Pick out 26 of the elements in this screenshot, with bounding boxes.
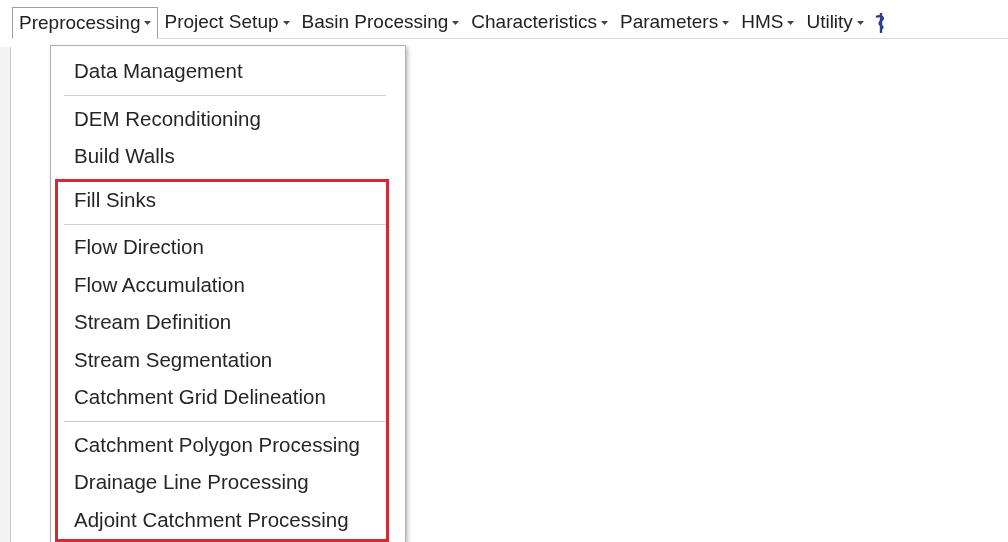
menu-item[interactable]: Flow Direction [58,229,386,267]
caret-icon [722,20,730,25]
menu-item[interactable]: Fill Sinks [58,181,386,219]
caret-icon [787,20,795,25]
menu-item[interactable]: Data Management [58,53,386,91]
menu-item[interactable]: Adjoint Catchment Processing [58,501,386,539]
menu-item[interactable]: Stream Segmentation [58,341,386,379]
menu-item[interactable]: Catchment Grid Delineation [58,379,386,417]
menu-bar-item[interactable]: Utility [800,7,870,38]
caret-icon [601,20,608,25]
menu-bar-item[interactable]: HMS [735,7,801,38]
caret-icon [452,20,460,25]
menu-item[interactable]: Catchment Polygon Processing [58,426,386,464]
menu-item[interactable]: Flow Accumulation [58,266,386,304]
menu-bar-item[interactable]: Parameters [614,7,736,38]
menu-item[interactable]: Drainage Line Processing [58,464,386,502]
menu-item[interactable]: DEM Reconditioning [58,100,386,138]
menu-bar-item[interactable]: Basin Processing [295,7,466,38]
caret-icon [282,20,290,25]
menu-bar-item[interactable]: Characteristics [465,7,614,38]
menu-item[interactable]: Stream Definition [58,304,386,342]
menu-item[interactable]: Build Walls [58,138,386,176]
menu-bar-item[interactable]: Preprocessing [12,7,159,39]
caret-icon [856,20,864,25]
caret-icon [144,21,152,25]
menu-bar-item[interactable]: Project Setup [158,7,296,38]
